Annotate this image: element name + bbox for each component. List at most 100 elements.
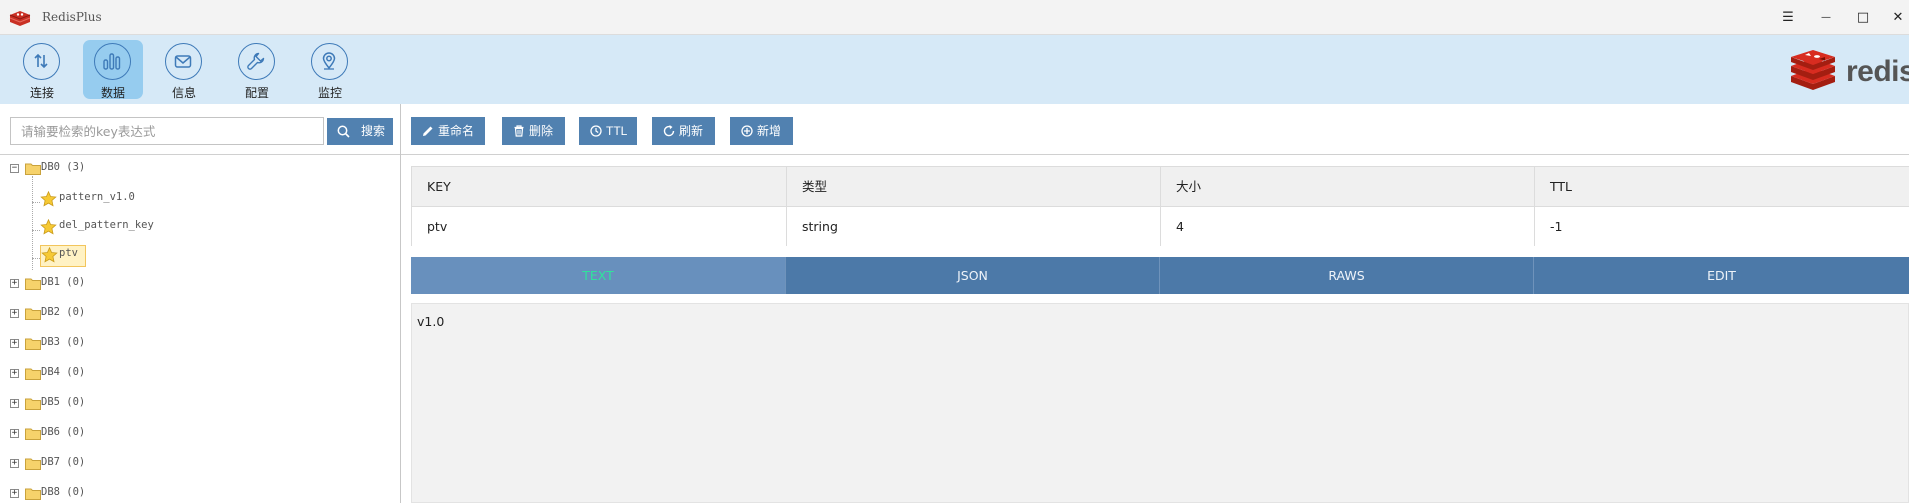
tree-connector	[32, 258, 40, 259]
table-header-key: KEY	[412, 167, 787, 206]
tree-node-label: DB8 (0)	[41, 486, 86, 498]
table-cell-type: string	[787, 207, 1161, 246]
table-header-row: KEY 类型 大小 TTL	[412, 167, 1909, 207]
table-header-type: 类型	[787, 167, 1161, 206]
rename-button[interactable]: 重命名	[411, 117, 485, 145]
clock-icon	[590, 125, 602, 137]
top-navigation: 连接 数据 信息 配置 监控 redis	[0, 35, 1909, 104]
table-cell-ttl: -1	[1550, 219, 1563, 234]
db-tree: − DB0 (3) pattern_v1.0 del_pattern_key p…	[0, 156, 400, 503]
expand-icon[interactable]: +	[10, 339, 19, 348]
tab-raws[interactable]: RAWS	[1160, 257, 1534, 294]
delete-button-label: 删除	[529, 124, 554, 138]
folder-icon	[25, 338, 41, 350]
expand-icon[interactable]: +	[10, 309, 19, 318]
nav-item-info-label: 信息	[171, 86, 196, 100]
tree-connector	[32, 176, 33, 270]
tree-node-label: DB2 (0)	[41, 306, 86, 318]
redis-logo-text: redis	[1846, 55, 1909, 88]
tree-node-db3[interactable]: + DB3 (0)	[0, 334, 400, 356]
tree-node-db0[interactable]: − DB0 (3)	[0, 159, 400, 181]
rename-button-label: 重命名	[438, 124, 475, 138]
expand-icon[interactable]: +	[10, 279, 19, 288]
tab-text[interactable]: TEXT	[411, 257, 786, 294]
ttl-button-label: TTL	[606, 124, 628, 138]
tree-node-label: DB4 (0)	[41, 366, 86, 378]
table-header-size: 大小	[1161, 167, 1535, 206]
expand-icon[interactable]: +	[10, 399, 19, 408]
nav-item-connect[interactable]: 连接	[12, 40, 72, 100]
tab-edit[interactable]: EDIT	[1534, 257, 1909, 294]
tree-node-db6[interactable]: + DB6 (0)	[0, 424, 400, 446]
value-text: v1.0	[417, 314, 445, 329]
tab-json[interactable]: JSON	[786, 257, 1160, 294]
nav-item-connect-label: 连接	[29, 86, 54, 100]
expand-icon[interactable]: +	[10, 489, 19, 498]
refresh-button[interactable]: 刷新	[652, 117, 715, 145]
expand-icon[interactable]: +	[10, 459, 19, 468]
tree-key-label: ptv	[59, 247, 78, 259]
key-star-icon	[40, 219, 57, 235]
expand-icon[interactable]: +	[10, 429, 19, 438]
key-info-table: KEY 类型 大小 TTL ptv string 4 -1	[411, 166, 1909, 246]
key-star-icon	[41, 247, 58, 263]
action-bar: 重命名 删除 TTL 刷新 新增	[401, 104, 1909, 155]
tree-key-ptv-selected[interactable]: ptv	[40, 245, 86, 267]
tree-node-label: DB1 (0)	[41, 276, 86, 288]
tree-node-db2[interactable]: + DB2 (0)	[0, 304, 400, 326]
add-button-label: 新增	[757, 124, 782, 138]
nav-item-data[interactable]: 数据	[83, 40, 143, 100]
tree-node-db1[interactable]: + DB1 (0)	[0, 274, 400, 296]
nav-item-monitor-label: 监控	[317, 86, 342, 100]
folder-icon	[25, 488, 41, 500]
search-button[interactable]: 搜索	[327, 118, 393, 145]
tree-node-label: DB6 (0)	[41, 426, 86, 438]
value-content-area[interactable]: v1.0	[411, 303, 1909, 503]
menu-button[interactable]: ☰	[1778, 8, 1798, 28]
tree-node-db5[interactable]: + DB5 (0)	[0, 394, 400, 416]
key-star-icon	[40, 191, 57, 207]
nav-item-info[interactable]: 信息	[154, 40, 214, 100]
search-area: 搜索	[0, 104, 400, 155]
redis-logo: redis	[1789, 48, 1909, 96]
bar-chart-icon	[94, 43, 131, 80]
folder-icon	[25, 398, 41, 410]
nav-item-config[interactable]: 配置	[227, 40, 287, 100]
tree-node-label: DB5 (0)	[41, 396, 86, 408]
delete-button[interactable]: 删除	[502, 117, 565, 145]
collapse-icon[interactable]: −	[10, 164, 19, 173]
nav-item-config-label: 配置	[244, 86, 269, 100]
tree-node-db8[interactable]: + DB8 (0)	[0, 484, 400, 503]
tree-key-pattern-v1[interactable]: pattern_v1.0	[40, 189, 240, 211]
add-circle-icon	[741, 125, 753, 137]
tree-node-db0-label: DB0 (3)	[41, 161, 86, 173]
tree-node-label: DB7 (0)	[41, 456, 86, 468]
key-tree-panel: 搜索 − DB0 (3) pattern_v1.0 del_pattern_ke…	[0, 104, 401, 503]
maximize-button[interactable]: □	[1853, 8, 1873, 28]
nav-item-monitor[interactable]: 监控	[300, 40, 360, 100]
expand-icon[interactable]: +	[10, 369, 19, 378]
tree-node-db7[interactable]: + DB7 (0)	[0, 454, 400, 476]
search-button-label: 搜索	[360, 124, 385, 138]
close-button[interactable]: ✕	[1888, 8, 1908, 28]
table-header-ttl: TTL	[1550, 179, 1573, 194]
redis-app-icon	[9, 11, 31, 26]
value-view-tabs: TEXT JSON RAWS EDIT	[411, 257, 1909, 294]
folder-icon	[25, 428, 41, 440]
table-row: ptv string 4 -1	[412, 207, 1909, 246]
tree-key-del-pattern[interactable]: del_pattern_key	[40, 217, 240, 239]
tree-node-db4[interactable]: + DB4 (0)	[0, 364, 400, 386]
ttl-button[interactable]: TTL	[579, 117, 637, 145]
search-input[interactable]	[10, 117, 324, 145]
pencil-icon	[423, 126, 433, 136]
redis-cube-icon	[1791, 50, 1835, 90]
window-title: RedisPlus	[42, 10, 102, 24]
nav-item-data-label: 数据	[100, 86, 125, 100]
table-cell-key: ptv	[412, 207, 787, 246]
folder-icon	[25, 308, 41, 320]
tree-connector	[32, 230, 40, 231]
connect-arrows-icon	[23, 43, 60, 80]
tree-node-label: DB3 (0)	[41, 336, 86, 348]
add-button[interactable]: 新增	[730, 117, 793, 145]
minimize-button[interactable]: —	[1816, 8, 1836, 28]
